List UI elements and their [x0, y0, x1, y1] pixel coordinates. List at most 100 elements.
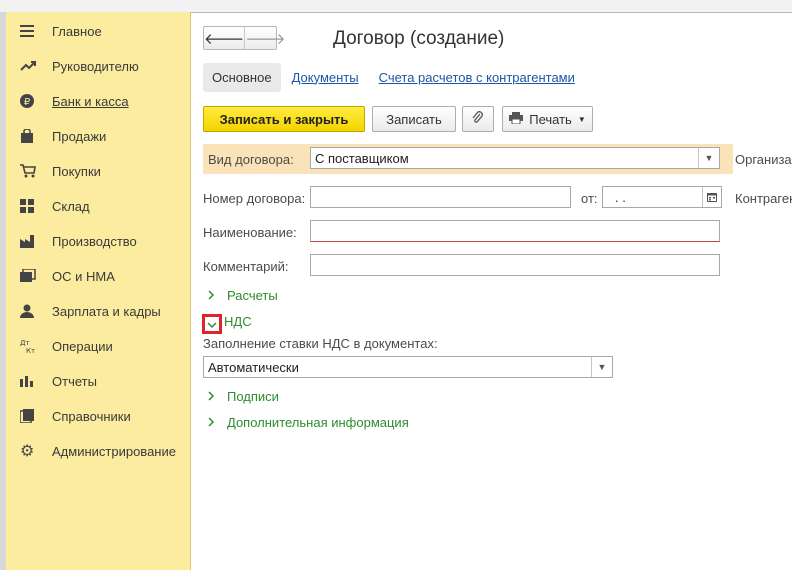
paperclip-icon	[472, 110, 484, 128]
name-input[interactable]	[310, 220, 720, 242]
sidebar-item-label: Руководителю	[52, 58, 139, 74]
sidebar-item-admin[interactable]: ⚙ Администрирование	[20, 440, 176, 462]
menu-lines-icon	[20, 23, 40, 39]
tab-settlement-accounts[interactable]: Счета расчетов с контрагентами	[379, 70, 575, 85]
attach-button[interactable]	[462, 106, 494, 132]
sidebar-item-fixed-assets[interactable]: ОС и НМА	[20, 265, 115, 287]
calendar-icon[interactable]	[702, 187, 721, 207]
svg-text:Кт: Кт	[26, 347, 35, 354]
cart-icon	[20, 163, 40, 179]
sidebar-item-reports[interactable]: Отчеты	[20, 370, 97, 392]
counterparty-label: Контраген	[735, 191, 792, 206]
sidebar-item-label: Продажи	[52, 128, 107, 144]
sidebar-edge	[0, 12, 6, 570]
group-vat[interactable]: НДС	[224, 314, 252, 329]
group-settlements[interactable]: Расчеты	[207, 288, 278, 303]
back-button[interactable]: 🡐	[204, 27, 246, 49]
save-and-close-button[interactable]: Записать и закрыть	[203, 106, 365, 132]
sidebar-item-label: Банк и касса	[52, 93, 129, 109]
bar-chart-icon	[20, 373, 40, 389]
vat-fill-value: Автоматически	[208, 359, 299, 375]
chevron-down-icon	[207, 317, 217, 332]
svg-text:Дт: Дт	[20, 339, 30, 347]
date-label: от:	[581, 191, 598, 206]
sidebar-item-sales[interactable]: Продажи	[20, 125, 106, 147]
sidebar-item-label: Справочники	[52, 408, 131, 424]
shopping-bag-icon	[20, 128, 40, 144]
organization-label: Организа	[735, 152, 792, 167]
warehouse-grid-icon	[20, 198, 40, 214]
sidebar-item-label: Отчеты	[52, 373, 97, 389]
date-value: . .	[615, 189, 626, 205]
trend-icon	[20, 58, 40, 74]
sidebar-item-label: Производство	[52, 233, 137, 249]
factory-icon	[20, 233, 40, 249]
folders-icon	[20, 268, 40, 284]
chevron-right-icon	[207, 289, 219, 303]
svg-text:₽: ₽	[24, 97, 31, 108]
window-tab[interactable]	[0, 0, 191, 12]
group-label: Расчеты	[227, 288, 278, 303]
contract-type-label: Вид договора:	[208, 152, 294, 167]
chevron-down-icon[interactable]: ▼	[698, 148, 719, 168]
chevron-down-icon[interactable]: ▼	[591, 357, 612, 377]
chevron-right-icon	[207, 390, 219, 404]
group-label: НДС	[224, 314, 252, 329]
group-signatures[interactable]: Подписи	[207, 389, 279, 404]
tab-main[interactable]: Основное	[203, 62, 281, 92]
save-button[interactable]: Записать	[372, 106, 456, 132]
contract-number-label: Номер договора:	[203, 191, 306, 206]
sidebar: Главное Руководителю ₽ Банк и касса Прод…	[0, 12, 191, 570]
vat-collapse-toggle[interactable]	[202, 314, 222, 334]
contract-number-input[interactable]	[310, 186, 571, 208]
vat-fill-select[interactable]: Автоматически ▼	[203, 356, 613, 378]
form-tabs: Основное Документы Счета расчетов с конт…	[203, 62, 575, 92]
tab-documents[interactable]: Документы	[292, 70, 359, 85]
sidebar-item-warehouse[interactable]: Склад	[20, 195, 90, 217]
sidebar-item-catalogs[interactable]: Справочники	[20, 405, 131, 427]
chevron-down-icon: ▼	[577, 114, 586, 124]
chevron-right-icon	[207, 416, 219, 430]
print-button[interactable]: Печать ▼	[502, 106, 593, 132]
dt-kt-icon: Дт Кт	[20, 338, 40, 354]
main-form: 🡐 🡒 Договор (создание) Основное Документ…	[191, 12, 792, 570]
person-icon	[20, 303, 40, 319]
sidebar-item-operations[interactable]: Дт Кт Операции	[20, 335, 113, 357]
date-input[interactable]: . .	[602, 186, 722, 208]
window-tab[interactable]	[552, 0, 792, 12]
contract-type-value: С поставщиком	[315, 150, 409, 166]
arrow-left-icon: 🡐	[204, 30, 245, 48]
sidebar-item-production[interactable]: Производство	[20, 230, 137, 252]
name-label: Наименование:	[203, 225, 297, 240]
vat-fill-label: Заполнение ставки НДС в документах:	[203, 336, 438, 351]
sidebar-item-main[interactable]: Главное	[20, 20, 102, 42]
sidebar-item-manager[interactable]: Руководителю	[20, 55, 139, 77]
sidebar-item-label: Администрирование	[52, 443, 176, 459]
group-additional-info[interactable]: Дополнительная информация	[207, 415, 409, 430]
arrow-right-icon: 🡒	[245, 30, 286, 48]
page-title: Договор (создание)	[333, 28, 505, 49]
window-tab[interactable]	[190, 0, 366, 12]
sidebar-item-label: Главное	[52, 23, 102, 39]
group-label: Дополнительная информация	[227, 415, 409, 430]
printer-icon	[509, 111, 524, 127]
book-icon	[20, 408, 40, 424]
forward-button[interactable]: 🡒	[245, 27, 285, 49]
ruble-coin-icon: ₽	[20, 93, 40, 109]
window-tab[interactable]	[365, 0, 553, 12]
sidebar-item-label: Покупки	[52, 163, 101, 179]
print-label: Печать	[529, 111, 572, 127]
sidebar-item-salary[interactable]: Зарплата и кадры	[20, 300, 161, 322]
gear-icon: ⚙	[20, 443, 35, 460]
contract-type-select[interactable]: С поставщиком ▼	[310, 147, 720, 169]
history-nav: 🡐 🡒	[203, 26, 285, 50]
sidebar-item-purchases[interactable]: Покупки	[20, 160, 101, 182]
group-label: Подписи	[227, 389, 279, 404]
sidebar-item-label: Склад	[52, 198, 90, 214]
sidebar-item-bank[interactable]: ₽ Банк и касса	[20, 90, 129, 112]
sidebar-item-label: ОС и НМА	[52, 268, 115, 284]
comment-input[interactable]	[310, 254, 720, 276]
sidebar-item-label: Операции	[52, 338, 113, 354]
sidebar-item-label: Зарплата и кадры	[52, 303, 161, 319]
comment-label: Комментарий:	[203, 259, 289, 274]
